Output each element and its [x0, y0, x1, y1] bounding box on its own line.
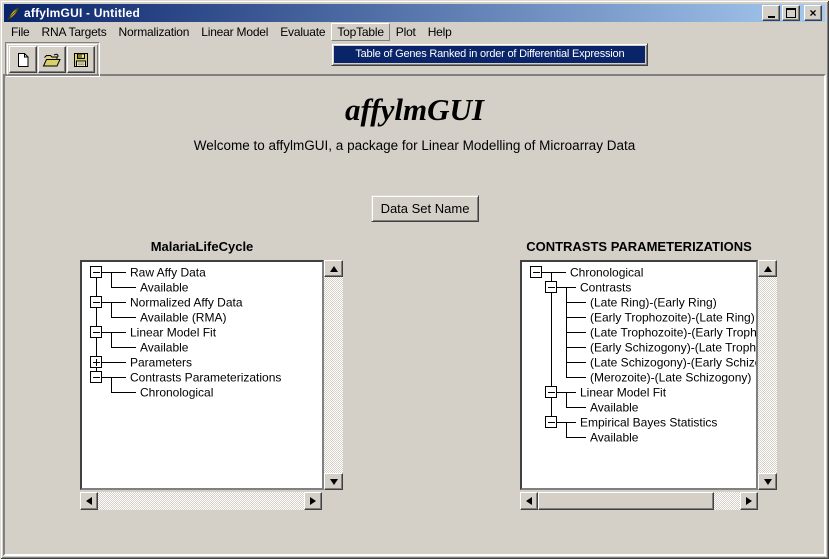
tree-toggle-minus-icon[interactable] [531, 267, 542, 278]
tree-node-label[interactable]: (Early Schizogony)-(Late Trophozoite) [590, 341, 756, 355]
menu-item-table-of-genes[interactable]: Table of Genes Ranked in order of Differ… [334, 46, 645, 63]
arrow-right-icon [310, 497, 316, 505]
scrollbar-track[interactable] [538, 492, 740, 510]
menu-evaluate[interactable]: Evaluate [274, 23, 331, 41]
window-title: affylmGUI - Untitled [24, 6, 140, 20]
new-file-button[interactable] [9, 46, 37, 73]
menu-plot[interactable]: Plot [390, 23, 422, 41]
right-tree-horizontal-scrollbar[interactable] [520, 492, 758, 510]
tree-node-label[interactable]: Parameters [130, 356, 192, 370]
scroll-left-button[interactable] [520, 492, 538, 510]
arrow-up-icon [330, 266, 338, 272]
tree-node-label[interactable]: (Merozoite)-(Late Schizogony) [590, 371, 751, 385]
left-tree-box[interactable]: Raw Affy DataAvailableNormalized Affy Da… [80, 260, 324, 490]
tree-node-label[interactable]: Available [590, 431, 639, 445]
left-tree-horizontal-scrollbar[interactable] [80, 492, 322, 510]
minimize-button[interactable] [762, 5, 780, 21]
scroll-down-button[interactable] [324, 473, 343, 490]
menu-toptable-label: TopTable [337, 25, 383, 39]
tree-node-label[interactable]: Raw Affy Data [130, 266, 206, 280]
tree-node-label[interactable]: Available [590, 401, 639, 415]
menu-linear-model[interactable]: Linear Model [195, 23, 274, 41]
tree-toggle-minus-icon[interactable] [91, 267, 102, 278]
menu-file[interactable]: File [5, 23, 36, 41]
scroll-right-button[interactable] [740, 492, 758, 510]
tree-node-label[interactable]: Contrasts Parameterizations [130, 371, 281, 385]
toolbar [5, 42, 100, 77]
menu-rna-targets[interactable]: RNA Targets [36, 23, 113, 41]
scroll-down-button[interactable] [758, 473, 777, 490]
tree-toggle-minus-icon[interactable] [546, 417, 557, 428]
maximize-icon [786, 8, 796, 18]
scrollbar-thumb[interactable] [538, 492, 714, 510]
scrollbar-track[interactable] [98, 492, 304, 510]
left-tree-header: MalariaLifeCycle [80, 239, 324, 255]
scroll-up-button[interactable] [758, 260, 777, 277]
tree-node-label[interactable]: Chronological [140, 386, 213, 400]
arrow-left-icon [526, 497, 532, 505]
scroll-left-button[interactable] [80, 492, 98, 510]
data-set-name-button[interactable]: Data Set Name [371, 195, 479, 222]
page-title: affylmGUI [0, 92, 829, 128]
tree-toggle-minus-icon[interactable] [91, 372, 102, 383]
scroll-right-button[interactable] [304, 492, 322, 510]
tree-node-label[interactable]: (Late Ring)-(Early Ring) [590, 296, 717, 310]
close-icon: × [809, 8, 816, 18]
tree-node-label[interactable]: Available [140, 281, 189, 295]
menu-toptable[interactable]: TopTable Table of Genes Ranked in order … [331, 23, 389, 41]
tree-node-label[interactable]: Linear Model Fit [130, 326, 217, 340]
titlebar[interactable]: affylmGUI - Untitled × [4, 4, 825, 22]
tree-toggle-minus-icon[interactable] [91, 297, 102, 308]
arrow-down-icon [764, 479, 772, 485]
right-tree-canvas: ChronologicalContrasts(Late Ring)-(Early… [522, 262, 756, 488]
tree-node-label[interactable]: Empirical Bayes Statistics [580, 416, 717, 430]
tree-toggle-minus-icon[interactable] [546, 387, 557, 398]
scrollbar-track[interactable] [758, 277, 777, 473]
window-controls: × [760, 5, 825, 21]
arrow-up-icon [764, 266, 772, 272]
tree-node-label[interactable]: Available (RMA) [140, 311, 226, 325]
save-disk-icon [72, 51, 90, 69]
new-document-icon [14, 51, 32, 69]
toolbar-frame [7, 44, 98, 75]
toptable-dropdown-menu: Table of Genes Ranked in order of Differ… [331, 43, 648, 66]
tree-toggle-minus-icon[interactable] [91, 327, 102, 338]
left-tree-vertical-scrollbar[interactable] [324, 260, 343, 490]
save-file-button[interactable] [67, 46, 95, 73]
tree-node-label[interactable]: Contrasts [580, 281, 631, 295]
maximize-button[interactable] [782, 5, 800, 21]
tree-node-label[interactable]: Available [140, 341, 189, 355]
menu-help[interactable]: Help [422, 23, 458, 41]
tree-node-label[interactable]: Normalized Affy Data [130, 296, 243, 310]
right-tree-header: CONTRASTS PARAMETERIZATIONS [520, 239, 758, 255]
feather-icon [6, 6, 21, 21]
app-window: affylmGUI - Untitled × File RNA Targets … [0, 0, 829, 559]
tree-node-label[interactable]: (Late Schizogony)-(Early Schizogony) [590, 356, 756, 370]
minimize-icon [768, 16, 775, 18]
tree-node-label[interactable]: (Late Trophozoite)-(Early Trophozoite) [590, 326, 756, 340]
scrollbar-track[interactable] [324, 277, 343, 473]
right-tree-vertical-scrollbar[interactable] [758, 260, 777, 490]
close-button[interactable]: × [804, 5, 822, 21]
right-tree-box[interactable]: ChronologicalContrasts(Late Ring)-(Early… [520, 260, 758, 490]
left-tree-canvas: Raw Affy DataAvailableNormalized Affy Da… [82, 262, 322, 488]
scroll-up-button[interactable] [324, 260, 343, 277]
tree-node-label[interactable]: Linear Model Fit [580, 386, 667, 400]
menu-normalization[interactable]: Normalization [113, 23, 196, 41]
welcome-text: Welcome to affylmGUI, a package for Line… [0, 138, 829, 153]
menu-bar: File RNA Targets Normalization Linear Mo… [4, 23, 825, 41]
open-file-button[interactable] [38, 46, 66, 73]
tree-toggle-plus-icon[interactable] [91, 357, 102, 368]
tree-toggle-minus-icon[interactable] [546, 282, 557, 293]
arrow-right-icon [746, 497, 752, 505]
arrow-left-icon [86, 497, 92, 505]
tree-node-label[interactable]: Chronological [570, 266, 643, 280]
arrow-down-icon [330, 479, 338, 485]
tree-node-label[interactable]: (Early Trophozoite)-(Late Ring) [590, 311, 755, 325]
open-folder-icon [42, 51, 62, 69]
